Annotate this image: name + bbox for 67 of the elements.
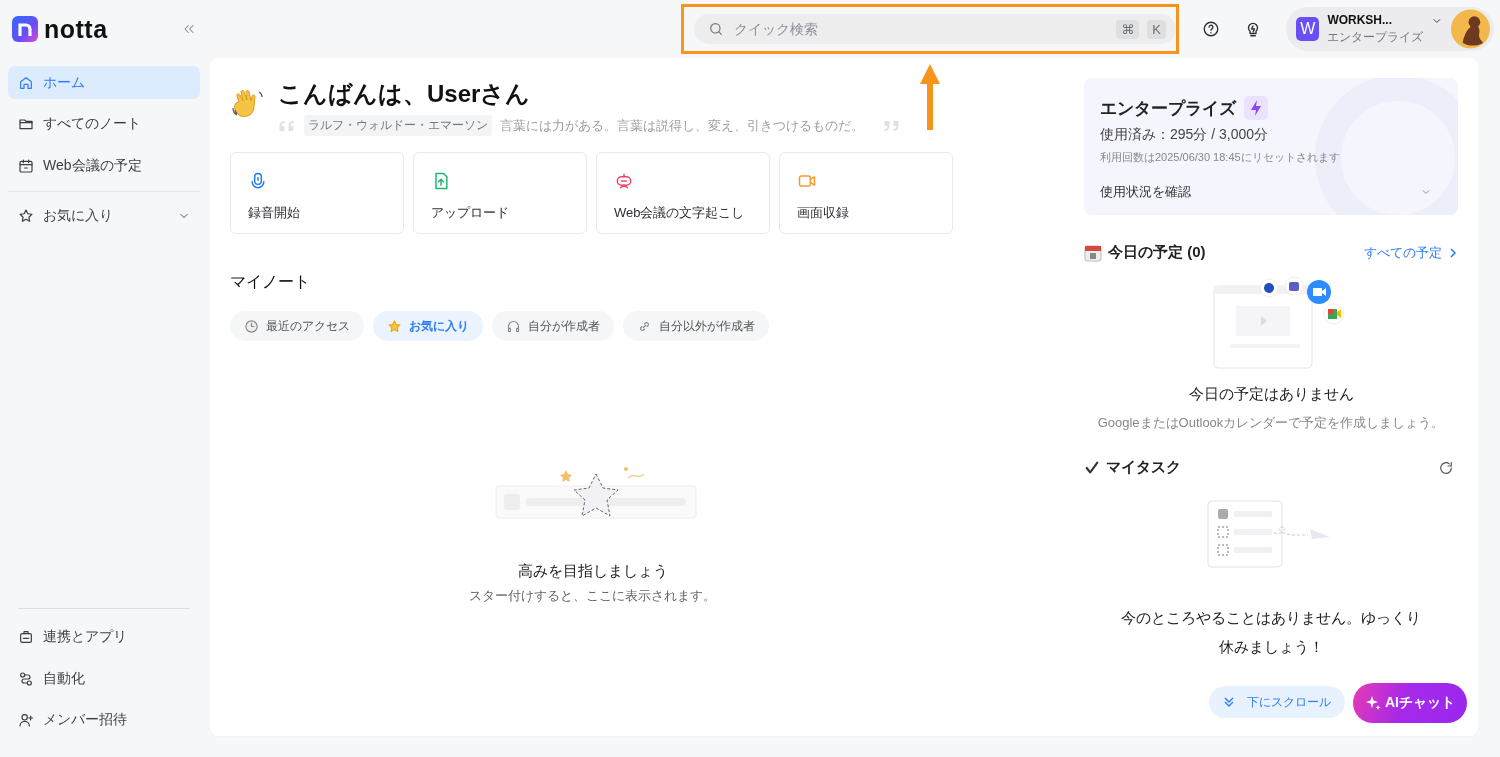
workspace-badge: W: [1296, 17, 1320, 41]
collapse-icon[interactable]: [182, 22, 196, 36]
greeting-title: こんばんは、Userさん: [278, 79, 532, 109]
account-switcher[interactable]: W WORKSH... エンタープライズ: [1286, 7, 1494, 51]
avatar[interactable]: [1451, 9, 1490, 49]
sparkle-icon: [1365, 695, 1381, 711]
quote-text: 言葉には力がある。言葉は説得し、変え、引きつけるものだ。: [500, 116, 864, 135]
action-card[interactable]: アップロード: [413, 152, 587, 234]
nav-item[interactable]: すべてのノート: [8, 107, 200, 141]
calendar-icon: [1084, 243, 1102, 262]
home-icon: [18, 74, 34, 91]
reset-note: 利用回数は2025/06/30 18:45にリセットされます: [1100, 150, 1341, 165]
nav-item[interactable]: 連携とアプリ: [8, 620, 200, 654]
help-icon[interactable]: [1202, 20, 1220, 38]
filter-chip[interactable]: 最近のアクセス: [230, 311, 364, 341]
section-title: マイタスク: [1106, 458, 1181, 477]
lightning-icon: [1244, 96, 1268, 120]
action-card[interactable]: 画面収録: [779, 152, 953, 234]
nav-item[interactable]: 自動化: [8, 662, 200, 695]
nav-item[interactable]: Web会議の予定: [8, 149, 200, 182]
key-hint: ⌘: [1116, 19, 1140, 39]
search-input[interactable]: クイック検索: [732, 20, 1109, 38]
workspace-plan: エンタープライズ: [1327, 28, 1424, 46]
double-chevron-down-icon: [1223, 696, 1235, 708]
empty-state-text: スター付けすると、ここに表示されます。: [469, 587, 716, 605]
chevron-right-icon: [1448, 247, 1458, 258]
search-icon: [708, 21, 724, 37]
favorites-toggle[interactable]: お気に入り: [8, 199, 200, 233]
nav-item[interactable]: メンバー招待: [8, 703, 200, 737]
ai-chat-button[interactable]: AIチャット: [1353, 683, 1467, 723]
scroll-down-button[interactable]: 下にスクロール: [1209, 686, 1345, 718]
section-title: マイノート: [230, 272, 311, 292]
briefcase-icon: [18, 629, 34, 645]
headphones-icon: [506, 318, 521, 334]
plan-title: エンタープライズ: [1100, 97, 1236, 120]
empty-state-title: 今日の予定はありません: [1187, 385, 1355, 404]
empty-state-title: 今のところやることはありません。ゆっくり休みましょう！: [1121, 608, 1421, 657]
usage-details-toggle[interactable]: 使用状況を確認: [1100, 183, 1442, 201]
action-card[interactable]: Web会議の文字起こし: [596, 152, 770, 234]
star-icon: [18, 208, 34, 224]
logo-text: notta: [44, 14, 108, 44]
all-schedules-link[interactable]: すべての予定: [1364, 243, 1458, 262]
logo-icon: [12, 16, 38, 42]
workspace-name: WORKSH...: [1327, 12, 1394, 27]
checkmark-icon: [1084, 459, 1100, 476]
filter-chip[interactable]: 自分以外が作成者: [623, 311, 769, 341]
user-plus-icon: [18, 712, 34, 728]
refresh-icon[interactable]: [1438, 459, 1454, 476]
key-hint: K: [1147, 19, 1166, 39]
folder-icon: [18, 116, 34, 132]
action-card[interactable]: 録音開始: [230, 152, 404, 234]
section-title: 今日の予定 (0): [1108, 243, 1206, 262]
filter-chip[interactable]: お気に入り: [373, 311, 483, 341]
quote-author: ラルフ・ウォルドー・エマーソン: [304, 115, 492, 136]
meeting-bot-icon: [614, 171, 634, 191]
quote-close-icon: [882, 119, 900, 132]
flow-icon: [18, 670, 34, 687]
filter-chip[interactable]: 自分が作成者: [492, 311, 614, 341]
quote-open-icon: [278, 119, 296, 132]
calendar-icon: [18, 157, 34, 174]
search-field[interactable]: クイック検索 ⌘ K: [694, 14, 1176, 44]
usage-text: 使用済み：295分 / 3,000分: [1100, 126, 1270, 144]
annotation-arrow: [918, 62, 942, 132]
clock-icon: [244, 318, 259, 334]
empty-state-title: 高みを目指しましょう: [517, 562, 668, 581]
empty-state-text: GoogleまたはOutlookカレンダーで予定を作成しましょう。: [1096, 414, 1446, 432]
star-icon: [387, 318, 402, 334]
